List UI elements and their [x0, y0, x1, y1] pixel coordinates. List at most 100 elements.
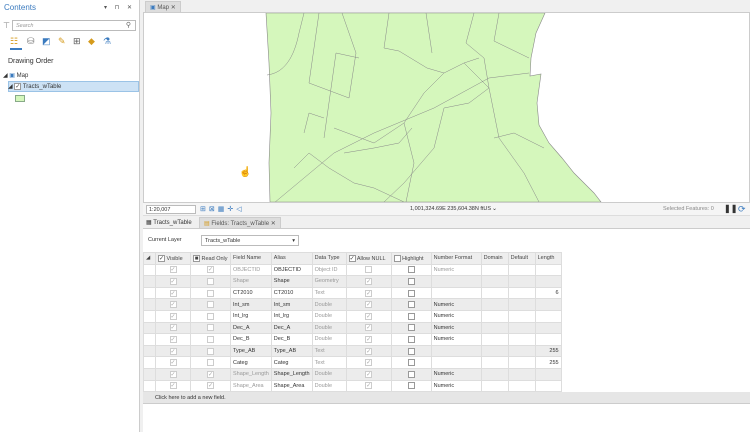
visible-checkbox[interactable]: ✓ — [156, 322, 191, 334]
tree-item-map[interactable]: ◢ ▣ Map — [3, 72, 28, 79]
number-format-cell[interactable]: Numeric — [431, 322, 481, 334]
domain-cell[interactable] — [481, 368, 508, 380]
number-format-cell[interactable] — [431, 287, 481, 299]
visible-checkbox[interactable]: ✓ — [156, 299, 191, 311]
header-length[interactable]: Length — [535, 253, 561, 265]
data-type-cell[interactable]: Double — [312, 299, 346, 311]
read-only-checkbox[interactable] — [191, 276, 231, 288]
table-row[interactable]: ✓ ✓ OBJECTID OBJECTID Object ID Numeric — [144, 264, 562, 276]
alias-cell[interactable]: CT2010 — [271, 287, 312, 299]
domain-cell[interactable] — [481, 264, 508, 276]
header-number-format[interactable]: Number Format — [431, 253, 481, 265]
tab-attribute-table[interactable]: ▦ Tracts_wTable — [146, 219, 192, 226]
number-format-cell[interactable]: Numeric — [431, 264, 481, 276]
header-default[interactable]: Default — [508, 253, 535, 265]
allow-null-checkbox[interactable]: ✓ — [346, 345, 391, 357]
data-type-cell[interactable]: Double — [312, 322, 346, 334]
number-format-cell[interactable] — [431, 345, 481, 357]
row-header[interactable] — [144, 310, 156, 322]
alias-cell[interactable]: Dec_B — [271, 334, 312, 346]
visible-checkbox[interactable]: ✓ — [156, 380, 191, 392]
default-cell[interactable] — [508, 334, 535, 346]
field-name-cell[interactable]: Shape_Area — [231, 380, 272, 392]
table-row[interactable]: ✓ Dec_A Dec_A Double ✓ Numeric — [144, 322, 562, 334]
default-cell[interactable] — [508, 264, 535, 276]
scale-combo[interactable]: 1:20,007 — [146, 205, 196, 214]
row-header[interactable] — [144, 380, 156, 392]
number-format-cell[interactable]: Numeric — [431, 299, 481, 311]
header-allow-null[interactable]: ✓ Allow NULL — [346, 253, 391, 265]
data-type-cell[interactable]: Text — [312, 345, 346, 357]
highlight-checkbox[interactable] — [391, 287, 431, 299]
refresh-icon[interactable]: ⟳ — [738, 204, 746, 215]
row-header[interactable] — [144, 276, 156, 288]
length-cell[interactable] — [535, 299, 561, 311]
field-name-cell[interactable]: Dec_A — [231, 322, 272, 334]
selected-features[interactable]: Selected Features: 0 — [663, 206, 714, 212]
row-header[interactable] — [144, 322, 156, 334]
row-header[interactable] — [144, 334, 156, 346]
header-read-only[interactable]: ■ Read Only — [191, 253, 231, 265]
data-type-cell[interactable]: Object ID — [312, 264, 346, 276]
allow-null-checkbox[interactable]: ✓ — [346, 276, 391, 288]
length-cell[interactable] — [535, 264, 561, 276]
visible-checkbox[interactable]: ✓ — [156, 345, 191, 357]
domain-cell[interactable] — [481, 310, 508, 322]
length-cell[interactable]: 6 — [535, 287, 561, 299]
read-only-checkbox[interactable] — [191, 299, 231, 311]
number-format-cell[interactable] — [431, 276, 481, 288]
table-row[interactable]: ✓ CT2010 CT2010 Text ✓ 6 — [144, 287, 562, 299]
header-domain[interactable]: Domain — [481, 253, 508, 265]
alias-cell[interactable]: Int_sm — [271, 299, 312, 311]
length-cell[interactable]: 255 — [535, 357, 561, 369]
field-name-cell[interactable]: Dec_B — [231, 334, 272, 346]
read-only-checkbox[interactable] — [191, 334, 231, 346]
row-header[interactable] — [144, 264, 156, 276]
row-header[interactable] — [144, 287, 156, 299]
field-name-cell[interactable]: Type_AB — [231, 345, 272, 357]
tab-fields[interactable]: ▤ Fields: Tracts_wTable ✕ — [199, 217, 281, 229]
data-type-cell[interactable]: Double — [312, 380, 346, 392]
table-row[interactable]: ✓ Int_sm Int_sm Double ✓ Numeric — [144, 299, 562, 311]
number-format-cell[interactable]: Numeric — [431, 310, 481, 322]
allow-null-checkbox[interactable]: ✓ — [346, 310, 391, 322]
read-only-checkbox[interactable] — [191, 345, 231, 357]
row-header[interactable] — [144, 357, 156, 369]
length-cell[interactable] — [535, 276, 561, 288]
domain-cell[interactable] — [481, 287, 508, 299]
layer-visibility-checkbox[interactable]: ✓ — [14, 83, 21, 90]
default-cell[interactable] — [508, 276, 535, 288]
map-nav-tools[interactable]: ⊞⊠▦✛◁ — [200, 205, 245, 213]
list-by-selection-icon[interactable]: ◩ — [42, 36, 51, 47]
default-cell[interactable] — [508, 345, 535, 357]
close-icon[interactable]: ✕ — [271, 221, 276, 227]
layer-row[interactable]: ◢ ✓ Tracts_wTable — [8, 83, 61, 90]
read-only-checkbox[interactable] — [191, 287, 231, 299]
length-cell[interactable] — [535, 368, 561, 380]
domain-cell[interactable] — [481, 345, 508, 357]
search-input[interactable]: Search — [12, 20, 136, 31]
read-only-checkbox[interactable]: ✓ — [191, 380, 231, 392]
table-row[interactable]: ✓ Dec_B Dec_B Double ✓ Numeric — [144, 334, 562, 346]
default-cell[interactable] — [508, 322, 535, 334]
length-cell[interactable] — [535, 334, 561, 346]
data-type-cell[interactable]: Text — [312, 357, 346, 369]
row-header[interactable] — [144, 368, 156, 380]
number-format-cell[interactable] — [431, 357, 481, 369]
default-cell[interactable] — [508, 368, 535, 380]
data-type-cell[interactable]: Double — [312, 368, 346, 380]
alias-cell[interactable]: Dec_A — [271, 322, 312, 334]
default-cell[interactable] — [508, 287, 535, 299]
header-data-type[interactable]: Data Type — [312, 253, 346, 265]
table-row[interactable]: ✓ ✓ Shape_Length Shape_Length Double ✓ N… — [144, 368, 562, 380]
number-format-cell[interactable]: Numeric — [431, 380, 481, 392]
list-by-drawing-order-icon[interactable]: ☷ — [10, 36, 18, 47]
domain-cell[interactable] — [481, 276, 508, 288]
coordinates-readout[interactable]: 1,001,324.69E 235,604.38N ftUS — [410, 206, 491, 212]
domain-cell[interactable] — [481, 380, 508, 392]
field-name-cell[interactable]: Categ — [231, 357, 272, 369]
alias-cell[interactable]: Shape_Area — [271, 380, 312, 392]
allow-null-checkbox[interactable]: ✓ — [346, 380, 391, 392]
field-name-cell[interactable]: Shape — [231, 276, 272, 288]
visible-checkbox[interactable]: ✓ — [156, 334, 191, 346]
